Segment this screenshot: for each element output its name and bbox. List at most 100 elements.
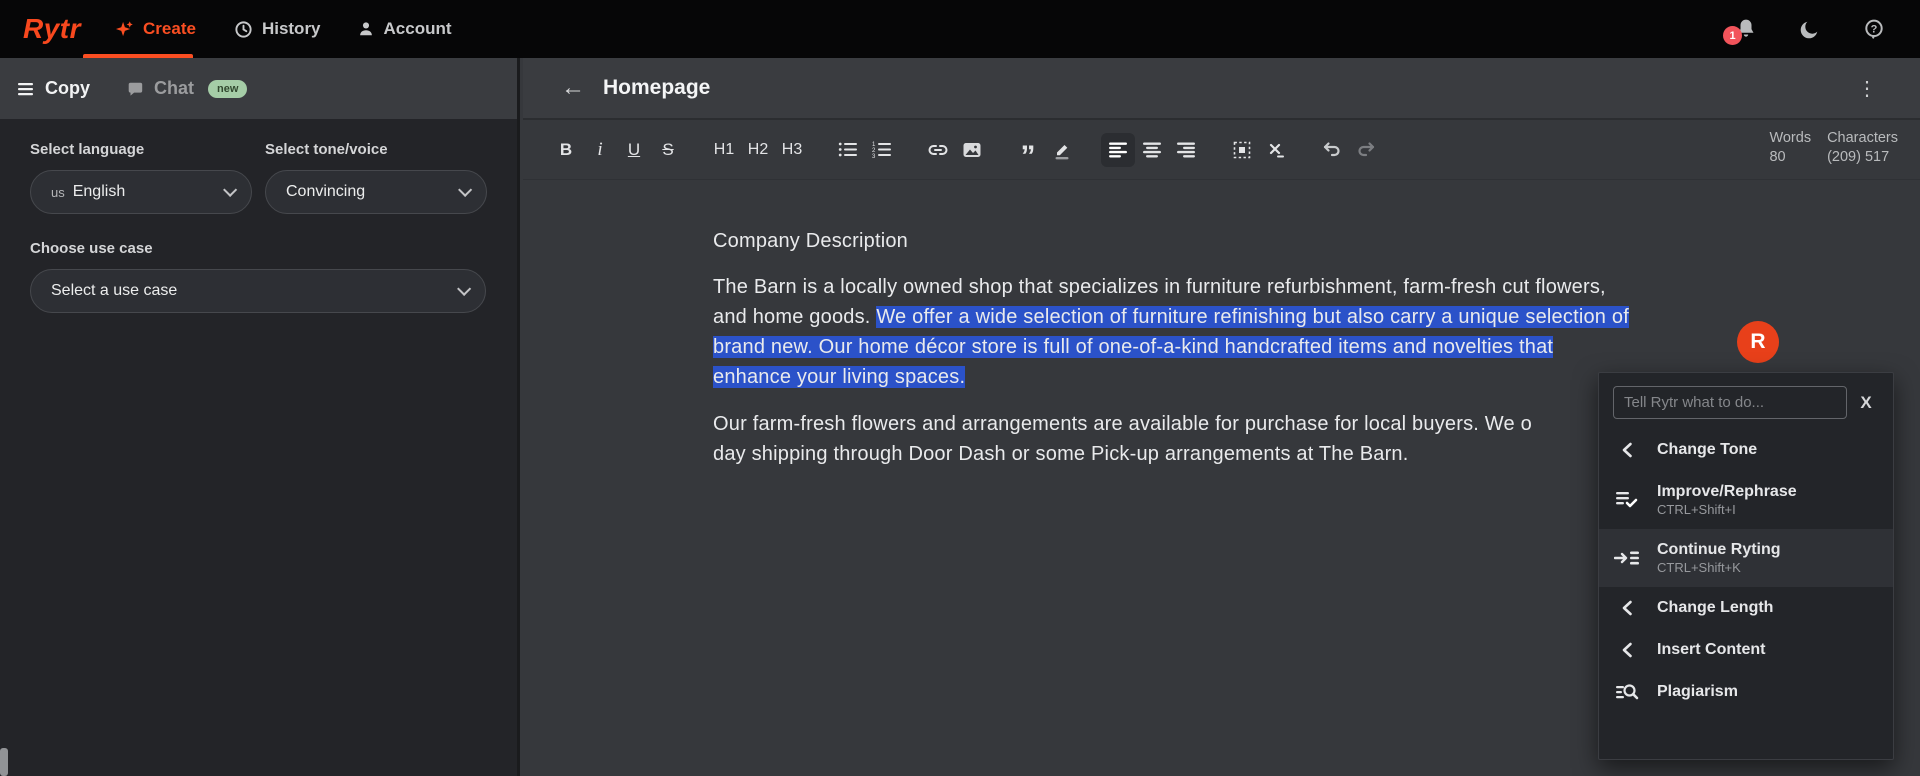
more-options-kebab-icon[interactable]: ⋮ — [1857, 76, 1877, 101]
svg-text:3: 3 — [872, 154, 876, 158]
menu-item-shortcut: CTRL+Shift+K — [1657, 560, 1741, 575]
text-plain: The Barn is a locally owned shop that sp… — [713, 276, 1606, 298]
tone-label: Select tone/voice — [265, 141, 388, 158]
svg-text:?: ? — [1871, 23, 1878, 35]
align-left-button[interactable] — [1101, 132, 1135, 167]
continue-ryting-icon — [1611, 549, 1643, 567]
menu-item-label: Insert Content — [1657, 641, 1766, 658]
words-label: Words — [1769, 130, 1812, 146]
help-icon[interactable]: ? — [1863, 18, 1885, 40]
scrollbar-thumb[interactable] — [0, 748, 8, 776]
ai-actions-menu: X Change Tone Improve/Rephrase CTRL+Shif… — [1598, 372, 1894, 760]
link-button[interactable] — [921, 133, 955, 167]
menu-item-plagiarism[interactable]: Plagiarism — [1599, 671, 1893, 713]
menu-item-change-tone[interactable]: Change Tone — [1599, 429, 1893, 471]
tell-rytr-input[interactable] — [1613, 386, 1847, 419]
new-badge: new — [208, 79, 248, 98]
chevron-left-icon — [1611, 642, 1643, 658]
menu-item-insert-content[interactable]: Insert Content — [1599, 629, 1893, 671]
sparkle-icon — [115, 20, 134, 39]
bold-button[interactable]: B — [549, 133, 583, 167]
close-menu-button[interactable]: X — [1853, 393, 1879, 413]
rytr-assistant-avatar[interactable]: R — [1737, 321, 1779, 363]
hamburger-icon — [18, 82, 35, 96]
undo-button[interactable] — [1315, 133, 1349, 167]
menu-item-continue-ryting[interactable]: Continue Ryting CTRL+Shift+K — [1599, 529, 1893, 587]
editor-toolbar: B i U S H1 H2 H3 123 ” Words 80 Characte… — [523, 120, 1920, 180]
tone-select[interactable]: Convincing — [265, 170, 487, 214]
text-selected: brand new. Our home décor store is full … — [713, 336, 1554, 358]
heading1-button[interactable]: H1 — [707, 133, 741, 167]
menu-item-label: Plagiarism — [1657, 683, 1738, 700]
editor-header: ← Homepage ⋮ — [523, 58, 1920, 120]
language-value: English — [72, 183, 126, 200]
menu-item-improve-rephrase[interactable]: Improve/Rephrase CTRL+Shift+I — [1599, 471, 1893, 529]
menu-item-label: Change Length — [1657, 599, 1774, 616]
top-nav: Rytr Create History Account 1 ? — [0, 0, 1920, 58]
language-select[interactable]: us English — [30, 170, 252, 214]
sidebar-tab-chat[interactable]: Chat new — [126, 78, 248, 99]
highlight-pen-button[interactable] — [1045, 133, 1079, 167]
improve-rephrase-icon — [1611, 490, 1643, 510]
active-tab-indicator — [83, 54, 193, 58]
chevron-left-icon — [1611, 600, 1643, 616]
counters: Words 80 Characters (209) 517 — [1769, 129, 1898, 167]
align-center-button[interactable] — [1135, 133, 1169, 167]
person-icon — [357, 20, 375, 38]
rytr-app: Rytr Create History Account 1 ? Copy Cha… — [0, 0, 1920, 776]
use-case-select[interactable]: Select a use case — [30, 269, 486, 313]
tab-history-label: History — [261, 19, 321, 38]
rytr-logo[interactable]: Rytr — [23, 13, 81, 45]
sidebar-tab-copy[interactable]: Copy — [18, 78, 90, 99]
chevron-down-icon — [223, 182, 238, 197]
tab-account[interactable]: Account — [357, 19, 452, 39]
characters-value: (209) 517 — [1827, 149, 1890, 165]
chevron-down-icon — [457, 281, 472, 296]
chevron-left-icon — [1611, 442, 1643, 458]
menu-item-shortcut: CTRL+Shift+I — [1657, 502, 1736, 517]
sidebar-tab-chat-label: Chat — [154, 78, 194, 98]
sidebar: Copy Chat new Select language Select ton… — [0, 58, 520, 776]
use-case-value: Select a use case — [51, 282, 178, 299]
use-case-label: Choose use case — [30, 240, 153, 257]
menu-item-label: Improve/Rephrase — [1657, 483, 1797, 500]
menu-item-label: Change Tone — [1657, 441, 1758, 458]
tab-account-label: Account — [383, 19, 452, 38]
document-heading: Company Description — [713, 230, 908, 252]
characters-label: Characters — [1827, 130, 1898, 146]
strikethrough-button[interactable]: S — [651, 133, 685, 167]
clock-icon — [234, 20, 253, 39]
chat-bubble-icon — [126, 80, 144, 98]
heading3-button[interactable]: H3 — [775, 133, 809, 167]
plagiarism-search-icon — [1611, 682, 1643, 702]
sidebar-tab-copy-label: Copy — [45, 78, 90, 98]
text-plain: and home goods. — [713, 306, 877, 328]
bullet-list-button[interactable] — [831, 133, 865, 167]
clear-format-button[interactable] — [1259, 133, 1293, 167]
tab-create[interactable]: Create — [115, 19, 196, 39]
select-all-button[interactable] — [1225, 133, 1259, 167]
dark-mode-moon-icon[interactable] — [1799, 18, 1821, 40]
tone-value: Convincing — [286, 183, 366, 200]
image-button[interactable] — [955, 133, 989, 167]
back-arrow-icon[interactable]: ← — [561, 74, 585, 102]
chevron-down-icon — [458, 182, 473, 197]
notifications-bell-icon[interactable]: 1 — [1723, 18, 1757, 45]
menu-item-label: Continue Ryting — [1657, 541, 1781, 558]
menu-item-change-length[interactable]: Change Length — [1599, 587, 1893, 629]
sidebar-tabs: Copy Chat new — [0, 58, 517, 119]
heading2-button[interactable]: H2 — [741, 133, 775, 167]
language-label: Select language — [30, 141, 145, 158]
align-right-button[interactable] — [1169, 133, 1203, 167]
tab-history[interactable]: History — [234, 19, 321, 39]
language-flag-code: us — [51, 184, 65, 200]
underline-button[interactable]: U — [617, 133, 651, 167]
words-value: 80 — [1769, 149, 1786, 165]
redo-button[interactable] — [1349, 133, 1383, 167]
italic-button[interactable]: i — [583, 133, 617, 167]
notification-badge: 1 — [1723, 26, 1742, 45]
numbered-list-button[interactable]: 123 — [865, 133, 899, 167]
document-title: Homepage — [603, 76, 711, 99]
blockquote-button[interactable]: ” — [1011, 133, 1045, 171]
tab-create-label: Create — [143, 19, 196, 38]
